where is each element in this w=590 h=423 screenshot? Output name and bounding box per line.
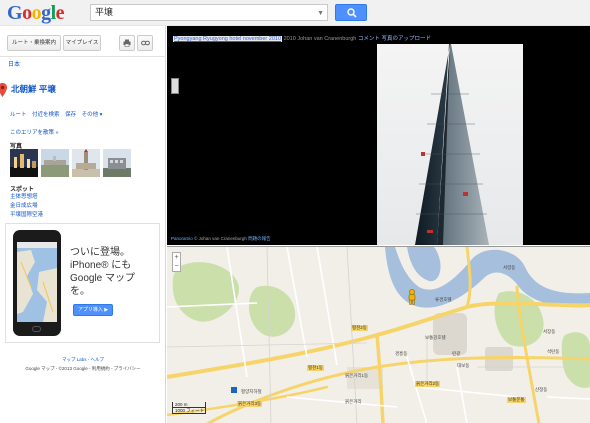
map-label: 붉은거리 bbox=[345, 399, 362, 404]
country-breadcrumb[interactable]: 日本 bbox=[8, 59, 20, 68]
photo-copyright: © Johan van Cranenburgh bbox=[194, 236, 247, 241]
photo-thumbnail[interactable] bbox=[10, 149, 38, 177]
left-panel: ルート・乗換案内 マイプレイス 日本 北朝鮮 平壌 ルート 付近を検索 保存 そ… bbox=[0, 26, 166, 423]
map-label: 련광 bbox=[452, 351, 461, 356]
iphone-image bbox=[13, 230, 61, 336]
road-label: 평천1동 bbox=[307, 365, 324, 371]
report-problem-link[interactable]: 問題の報告 bbox=[248, 236, 271, 241]
map-label: 류경호텔 bbox=[435, 297, 452, 302]
road-label: 평천2동 bbox=[351, 325, 368, 331]
pegman-icon[interactable] bbox=[407, 289, 417, 305]
action-directions-link[interactable]: ルート bbox=[10, 112, 27, 118]
photo-viewer[interactable]: Pyongyang Ryugyong hotel november 2010 2… bbox=[167, 26, 590, 245]
search-icon bbox=[347, 8, 357, 18]
map-label: 붉은거리1동 bbox=[345, 373, 369, 378]
photo-date: 2010 bbox=[283, 36, 296, 42]
comment-link[interactable]: コメント bbox=[358, 36, 380, 42]
spot-link[interactable]: 金日成広場 bbox=[10, 201, 38, 209]
directions-button[interactable]: ルート・乗換案内 bbox=[7, 35, 61, 51]
map-label: 보통강호텔 bbox=[425, 335, 446, 340]
map-label: 산정동 bbox=[535, 387, 548, 392]
map-scale: 200 m 1000 フィート bbox=[172, 402, 206, 414]
search-button[interactable] bbox=[335, 4, 367, 21]
map-zoom-control[interactable]: + − bbox=[172, 252, 181, 272]
action-search-nearby-link[interactable]: 付近を検索 bbox=[32, 112, 60, 118]
map-label: 서령동 bbox=[503, 265, 516, 270]
place-title[interactable]: 北朝鮮 平壌 bbox=[11, 83, 56, 95]
photo-info-bar: Pyongyang Ryugyong hotel november 2010 2… bbox=[173, 34, 431, 42]
install-app-button[interactable]: アプリ導入 ▶ bbox=[73, 304, 113, 316]
iphone-app-promo: ついに登場。 iPhone® にも Google マップ を。 アプリ導入 ▶ bbox=[5, 223, 160, 343]
google-maps-app: Google 平壌 ▼ ルート・乗換案内 マイプレイス 日本 北朝鮮 平壌 ルー… bbox=[0, 0, 590, 423]
map-label: 서장동 bbox=[543, 329, 556, 334]
panel-divider bbox=[0, 56, 166, 57]
map-label: 경흥동 bbox=[395, 351, 408, 356]
footer-copyright: Google マップ - ©2013 Google - 利用規約 - プライバシ… bbox=[25, 366, 141, 371]
top-bar: Google 平壌 ▼ bbox=[0, 0, 590, 26]
zoom-out-icon[interactable]: − bbox=[173, 262, 180, 271]
photo-thumbnail[interactable] bbox=[72, 149, 100, 177]
map-label: 대보동 bbox=[457, 363, 470, 368]
action-more-link[interactable]: その他 ▾ bbox=[82, 112, 103, 118]
upload-photo-link[interactable]: 写真のアップロード bbox=[381, 36, 431, 42]
link-icon bbox=[140, 40, 150, 46]
photo-zoom-control[interactable] bbox=[171, 78, 179, 94]
map-canvas[interactable]: 서령동 경흥동 붉은거리1동 련광 붉은거리 대보동 보통강호텔 류경호텔 평양… bbox=[167, 246, 590, 423]
print-button[interactable] bbox=[119, 35, 135, 51]
google-logo[interactable]: Google bbox=[7, 2, 65, 25]
map-label: 석탄동 bbox=[547, 349, 560, 354]
road-label: 보통문통 bbox=[507, 397, 526, 403]
location-pin-icon bbox=[0, 83, 7, 97]
my-places-button[interactable]: マイプレイス bbox=[63, 35, 101, 51]
search-input[interactable]: 平壌 ▼ bbox=[90, 4, 328, 21]
link-button[interactable] bbox=[137, 35, 153, 51]
zoom-in-icon[interactable]: + bbox=[173, 253, 180, 262]
promo-message: ついに登場。 iPhone® にも Google マップ を。 bbox=[70, 247, 136, 297]
print-icon bbox=[123, 39, 131, 47]
search-dropdown-icon[interactable]: ▼ bbox=[317, 8, 324, 19]
road-label: 붉은거리2동 bbox=[415, 381, 441, 387]
panoramio-logo[interactable]: Panoramio bbox=[171, 236, 193, 241]
photo-footer: Panoramio © Johan van Cranenburgh 問題の報告 bbox=[171, 236, 271, 242]
road-label: 붉은거리3동 bbox=[237, 401, 263, 407]
explore-area-link[interactable]: このエリアを散策 » bbox=[10, 128, 59, 136]
spot-link[interactable]: 平壌国際空港 bbox=[10, 210, 43, 218]
map-tiles bbox=[167, 247, 590, 423]
photo-author[interactable]: Johan van Cranenburgh bbox=[297, 36, 356, 42]
place-actions: ルート 付近を検索 保存 その他 ▾ bbox=[10, 110, 106, 118]
map-label: 평양지하철 bbox=[241, 389, 262, 394]
action-save-link[interactable]: 保存 bbox=[65, 112, 76, 118]
search-input-value: 平壌 bbox=[95, 7, 114, 17]
spot-link[interactable]: 主体思想塔 bbox=[10, 192, 38, 200]
photo-title-link[interactable]: Pyongyang Ryugyong hotel november 2010 bbox=[173, 36, 283, 42]
photo-thumbnail[interactable] bbox=[103, 149, 131, 177]
photo-thumbnail[interactable] bbox=[41, 149, 69, 177]
footer-links[interactable]: マップ Labs - ヘルプ bbox=[0, 357, 166, 363]
ryugyong-hotel-photo bbox=[377, 44, 523, 245]
